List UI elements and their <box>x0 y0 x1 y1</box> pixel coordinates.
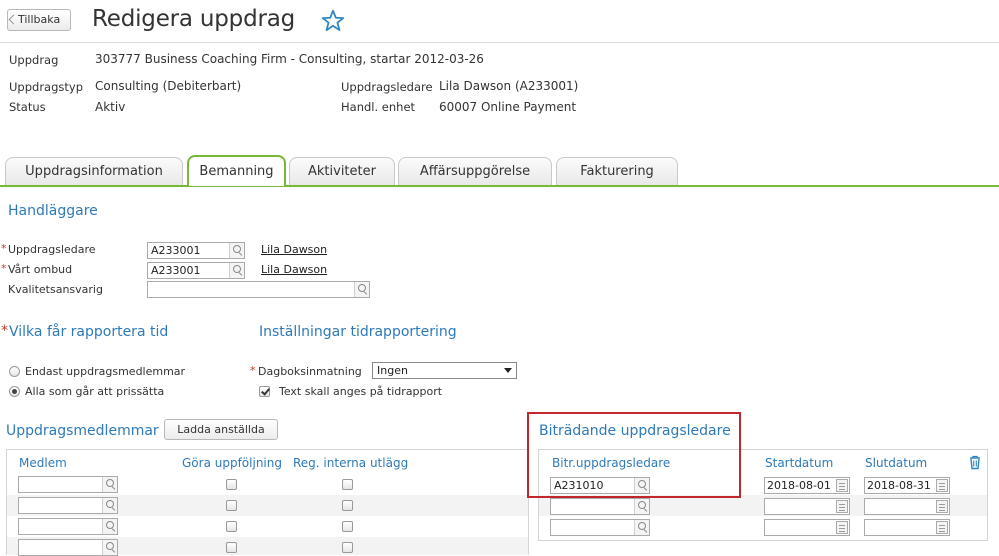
required-mark: * <box>1 242 7 255</box>
interna-utlagg-checkbox[interactable] <box>342 521 353 532</box>
search-icon[interactable] <box>102 540 117 555</box>
uppdrag-value: 303777 Business Coaching Firm - Consulti… <box>95 52 484 66</box>
bitr-ledare-input[interactable] <box>550 519 650 536</box>
uppdragsledare-link[interactable]: Lila Dawson <box>261 243 327 256</box>
ladda-anstallda-button[interactable]: Ladda anställda <box>164 419 278 440</box>
column-header-interna-utlagg: Reg. interna utlägg <box>293 456 409 470</box>
search-icon[interactable] <box>102 477 117 492</box>
calendar-icon[interactable] <box>836 479 848 492</box>
tab-fakturering[interactable]: Fakturering <box>556 157 678 185</box>
status-label: Status <box>9 100 46 114</box>
radio-alla-prissatta-label: Alla som går att prissätta <box>25 385 165 398</box>
startdatum-input[interactable] <box>764 519 850 536</box>
uppdragsledare-info-label: Uppdragsledare <box>341 80 433 94</box>
interna-utlagg-checkbox[interactable] <box>342 542 353 553</box>
vart-ombud-input[interactable]: A233001 <box>147 262 245 279</box>
uppdragsledare-info-value: Lila Dawson (A233001) <box>439 79 579 93</box>
tab-aktiviteter[interactable]: Aktiviteter <box>289 157 395 185</box>
slutdatum-input[interactable] <box>864 498 950 515</box>
handl-enhet-value: 60007 Online Payment <box>439 100 577 114</box>
page-title: Redigera uppdrag <box>92 6 296 32</box>
back-button[interactable]: Tillbaka <box>7 9 71 31</box>
interna-utlagg-checkbox[interactable] <box>342 500 353 511</box>
text-tidrapport-checkbox[interactable] <box>259 386 270 397</box>
uppdragstyp-label: Uppdragstyp <box>9 80 83 94</box>
uppdrag-label: Uppdrag <box>9 53 59 67</box>
tab-uppdragsinformation[interactable]: Uppdragsinformation <box>5 157 183 185</box>
startdatum-input[interactable]: 2018-08-01 <box>764 477 850 494</box>
interna-utlagg-checkbox[interactable] <box>342 479 353 490</box>
dagboksinmatning-select[interactable]: Ingen <box>372 362 517 379</box>
startdatum-input[interactable] <box>764 498 850 515</box>
uppfoljning-checkbox[interactable] <box>226 479 237 490</box>
calendar-icon[interactable] <box>936 500 948 513</box>
dagboksinmatning-label: Dagboksinmatning <box>258 365 362 378</box>
column-header-uppfoljning: Göra uppföljning <box>182 456 282 470</box>
vart-ombud-link[interactable]: Lila Dawson <box>261 263 327 276</box>
radio-endast-medlemmar-label: Endast uppdragsmedlemmar <box>25 365 186 378</box>
startdatum-input-value: 2018-08-01 <box>767 479 831 492</box>
uppdragsledare-input[interactable]: A233001 <box>147 242 245 259</box>
medlem-input[interactable] <box>18 476 118 493</box>
column-header-slutdatum: Slutdatum <box>865 456 928 470</box>
radio-alla-prissatta[interactable] <box>9 386 20 397</box>
uppfoljning-checkbox[interactable] <box>226 500 237 511</box>
handl-enhet-label: Handl. enhet <box>341 100 416 114</box>
vart-ombud-label: Vårt ombud <box>8 263 73 276</box>
handlaggare-title: Handläggare <box>8 203 98 219</box>
text-tidrapport-label: Text skall anges på tidrapport <box>279 385 443 398</box>
uppdragsledare-label: Uppdragsledare <box>8 243 96 256</box>
required-mark: * <box>250 364 256 377</box>
calendar-icon[interactable] <box>936 479 948 492</box>
uppfoljning-checkbox[interactable] <box>226 542 237 553</box>
column-header-medlem: Medlem <box>19 456 67 470</box>
uppdragsledare-input-value: A233001 <box>151 244 201 257</box>
slutdatum-input-value: 2018-08-31 <box>867 479 931 492</box>
installningar-title: Inställningar tidrapportering <box>259 324 457 340</box>
search-icon[interactable] <box>634 520 649 535</box>
uppdragsmedlemmar-title: Uppdragsmedlemmar <box>6 423 159 439</box>
rapportera-title: Vilka får rapportera tid <box>9 324 169 340</box>
tab-bemanning[interactable]: Bemanning <box>187 155 286 186</box>
required-mark: * <box>1 323 8 339</box>
calendar-icon[interactable] <box>836 521 848 534</box>
slutdatum-input[interactable] <box>864 519 950 536</box>
search-icon[interactable] <box>634 499 649 514</box>
kvalitetsansvarig-input[interactable] <box>147 281 370 298</box>
uppfoljning-checkbox[interactable] <box>226 521 237 532</box>
calendar-icon[interactable] <box>836 500 848 513</box>
bitr-ledare-input[interactable] <box>550 498 650 515</box>
header-divider <box>0 42 999 43</box>
calendar-icon[interactable] <box>936 521 948 534</box>
search-icon[interactable] <box>102 519 117 534</box>
tab-underline <box>0 185 999 187</box>
star-icon[interactable] <box>320 8 346 34</box>
highlight-box <box>527 412 741 498</box>
search-icon[interactable] <box>102 498 117 513</box>
medlem-input[interactable] <box>18 497 118 514</box>
kvalitetsansvarig-label: Kvalitetsansvarig <box>8 283 103 296</box>
status-value: Aktiv <box>95 100 126 114</box>
tab-affarsuppgorelse[interactable]: Affärsuppgörelse <box>398 157 552 185</box>
medlem-input[interactable] <box>18 518 118 535</box>
required-mark: * <box>1 262 7 275</box>
slutdatum-input[interactable]: 2018-08-31 <box>864 477 950 494</box>
vart-ombud-input-value: A233001 <box>151 264 201 277</box>
search-icon[interactable] <box>354 282 369 297</box>
medlem-input[interactable] <box>18 539 118 556</box>
radio-endast-medlemmar[interactable] <box>9 366 20 377</box>
uppdragstyp-value: Consulting (Debiterbart) <box>95 79 242 93</box>
search-icon[interactable] <box>229 263 244 278</box>
column-header-startdatum: Startdatum <box>765 456 834 470</box>
search-icon[interactable] <box>229 243 244 258</box>
trash-icon[interactable] <box>967 454 983 470</box>
